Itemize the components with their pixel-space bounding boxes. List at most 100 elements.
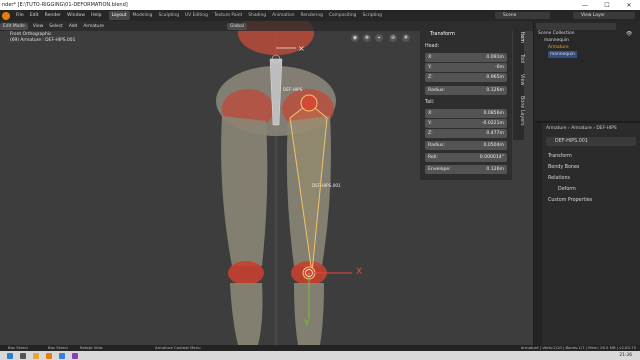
app-icon[interactable]	[72, 352, 78, 359]
tab-animation[interactable]: Animation	[269, 11, 297, 20]
tab-uv-editing[interactable]: UV Editing	[182, 11, 211, 20]
tail-y-label: Y:	[428, 121, 432, 126]
envelope-value: 0.126m	[486, 167, 504, 172]
breadcrumb-armature-object: Armature	[546, 126, 567, 131]
panel-custom-properties[interactable]: Custom Properties	[538, 196, 592, 206]
tab-layout[interactable]: Layout	[108, 11, 130, 20]
folder-icon[interactable]	[33, 352, 39, 359]
transform-title: Transform	[430, 31, 455, 37]
panel-transform[interactable]: Transform	[538, 152, 572, 162]
tail-radius-value: 0.0504m	[483, 143, 504, 148]
bone-head-joint	[300, 94, 318, 112]
left-thigh-mesh	[221, 116, 268, 266]
outliner-row-mannequin[interactable]: mannequin	[548, 51, 577, 58]
roll-field[interactable]: Roll: 0.000014°	[425, 153, 507, 162]
tail-y-field[interactable]: Y: -0.0221m	[425, 119, 507, 128]
pan-icon[interactable]: ✥	[363, 34, 371, 42]
head-z-label: Z:	[428, 75, 433, 80]
menu-view[interactable]: View	[30, 24, 46, 29]
panel-deform[interactable]: Deform	[548, 185, 576, 195]
tail-x-field[interactable]: X: 0.0856m	[425, 109, 507, 118]
tail-radius-field[interactable]: Radius: 0.0504m	[425, 141, 507, 150]
panel-relations[interactable]: Relations	[538, 174, 570, 184]
blender-logo-icon[interactable]	[2, 11, 10, 20]
head-y-label: Y:	[428, 65, 432, 70]
bone-label-def-hips: DEF-HIPS	[283, 87, 303, 92]
active-object-info: (69) Armature : DEF-HIPS.001	[10, 38, 76, 43]
head-z-field[interactable]: Z: 0.965m	[425, 73, 507, 82]
mode-selector[interactable]: Edit Mode	[0, 22, 28, 30]
tab-shading[interactable]: Shading	[245, 11, 269, 20]
outliner-row-mannequin-collection[interactable]: mannequin	[544, 37, 569, 44]
window-title-bar: nder* [E:\TUTO-RIGGING\01-DEFORMATION.bl…	[0, 0, 640, 10]
head-y-field[interactable]: Y: -0m	[425, 63, 507, 72]
roll-label: Roll:	[428, 155, 438, 160]
viewport-info: Front Orthographic (69) Armature : DEF-H…	[10, 32, 75, 44]
envelope-field[interactable]: Envelope: 0.126m	[425, 165, 507, 174]
menu-file[interactable]: File	[13, 13, 27, 18]
left-shin-mesh	[230, 283, 263, 345]
blender-taskbar-icon[interactable]	[46, 352, 52, 359]
menu-add[interactable]: Add	[66, 24, 81, 29]
panel-bendy-bones[interactable]: Bendy Bones	[538, 163, 579, 173]
minimize-icon[interactable]: —	[574, 0, 596, 10]
close-icon[interactable]: ✕	[618, 0, 640, 10]
y-axis-label: Y	[304, 319, 310, 329]
tab-modeling[interactable]: Modeling	[130, 11, 156, 20]
tail-y-value: -0.0221m	[481, 121, 504, 126]
outliner-row-scene-collection[interactable]: Scene Collection	[538, 30, 575, 37]
menu-render[interactable]: Render	[42, 13, 64, 18]
outliner-search-input[interactable]	[536, 23, 616, 30]
tail-x-label: X:	[428, 111, 433, 116]
zoom-icon[interactable]: ⊕	[389, 34, 397, 42]
properties-editor: Armature › Armature › DEF-HIPS DEF-HIPS.…	[534, 123, 640, 345]
tail-z-value: 0.477m	[486, 131, 504, 136]
transform-header[interactable]: Transform	[420, 30, 512, 39]
search-icon[interactable]	[20, 352, 26, 359]
sidebar-transform-panel: Transform Head: X: 0.091m Y: -0m Z: 0.96…	[420, 30, 512, 180]
bone-name-field[interactable]: DEF-HIPS.001	[546, 137, 636, 146]
head-x-label: X:	[428, 55, 433, 60]
menu-select[interactable]: Select	[46, 24, 66, 29]
maximize-icon[interactable]: ☐	[596, 0, 618, 10]
grid-icon[interactable]: #	[402, 34, 410, 42]
tab-sculpting[interactable]: Sculpting	[155, 11, 182, 20]
tail-z-field[interactable]: Z: 0.477m	[425, 129, 507, 138]
sidebar-tabs: Item Tool View Bone Layers	[513, 30, 524, 140]
tab-rendering[interactable]: Rendering	[297, 11, 325, 20]
taskbar-clock: 21:36	[619, 353, 632, 358]
tab-bone-layers[interactable]: Bone Layers	[513, 96, 524, 126]
scene-selector[interactable]: Scene	[495, 12, 550, 19]
top-gizmo-x: ×	[298, 44, 305, 53]
view-layer-selector[interactable]: View Layer	[573, 12, 635, 19]
head-radius-label: Radius:	[428, 88, 445, 93]
tab-scripting[interactable]: Scripting	[359, 11, 385, 20]
breadcrumb-armature-data: Armature	[571, 126, 592, 131]
x-axis-label: X	[356, 267, 363, 277]
head-radius-value: 0.126m	[486, 88, 504, 93]
camera-icon[interactable]: ⌖	[375, 34, 383, 42]
head-radius-field[interactable]: Radius: 0.126m	[425, 86, 507, 95]
tab-tool[interactable]: Tool	[513, 54, 524, 63]
outliner-row-armature[interactable]: Armature	[548, 44, 569, 51]
tab-item[interactable]: Item	[513, 32, 524, 43]
menu-armature[interactable]: Armature	[80, 24, 107, 29]
menu-window[interactable]: Window	[64, 13, 88, 18]
head-z-value: 0.965m	[486, 75, 504, 80]
tab-compositing[interactable]: Compositing	[326, 11, 360, 20]
browser-icon[interactable]	[59, 352, 65, 359]
orientation-selector[interactable]: Global	[226, 22, 247, 30]
visibility-eye-icon[interactable]: 👁	[626, 31, 632, 37]
viewport-gizmo-icon[interactable]: ◉	[351, 34, 359, 42]
os-taskbar: 21:36	[0, 351, 640, 360]
head-x-field[interactable]: X: 0.091m	[425, 53, 507, 62]
tab-view[interactable]: View	[513, 74, 524, 85]
tail-label: Tail:	[425, 100, 435, 105]
view-layer-name: View Layer	[581, 13, 606, 18]
menu-edit[interactable]: Edit	[27, 13, 42, 18]
tab-texture-paint[interactable]: Texture Paint	[211, 11, 245, 20]
start-icon[interactable]	[7, 352, 13, 359]
window-title: nder* [E:\TUTO-RIGGING\01-DEFORMATION.bl…	[2, 2, 128, 8]
tail-z-label: Z:	[428, 131, 433, 136]
menu-help[interactable]: Help	[88, 13, 104, 18]
